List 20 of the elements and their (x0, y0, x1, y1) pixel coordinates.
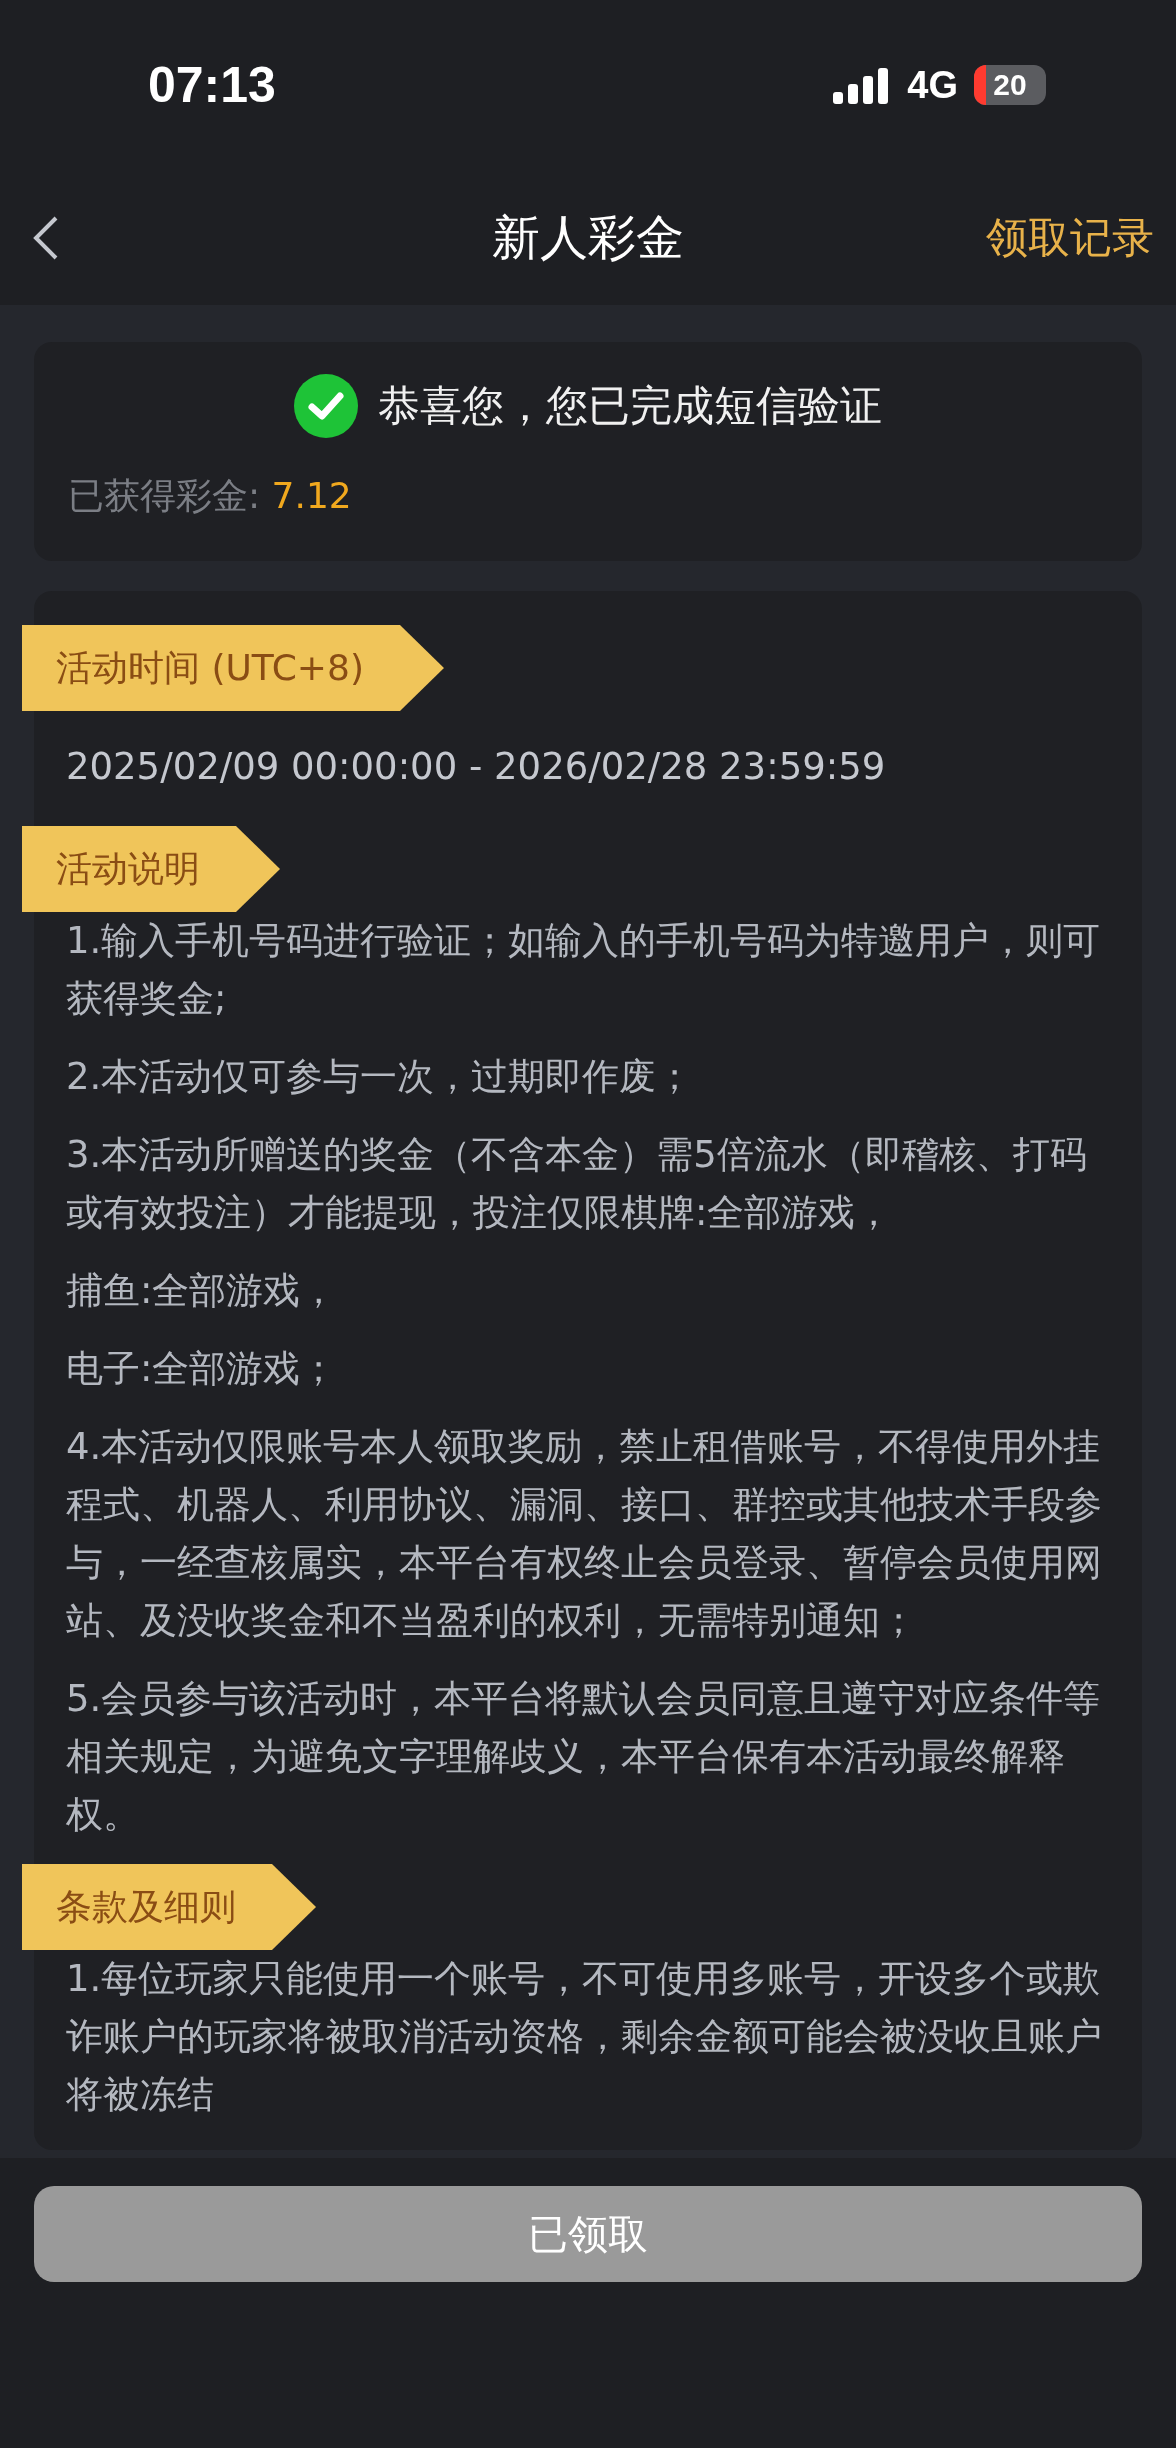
section-tag: 活动时间 (UTC+8) (22, 625, 444, 711)
page-title: 新人彩金 (492, 207, 684, 267)
rule-text: 3.本活动所赠送的奖金（不含本金）需5倍流水（即稽核、打码或有效投注）才能提现，投注仅限棋牌:全部游戏， (66, 1132, 1088, 1236)
rule-text: 捕鱼:全部游戏， (66, 1268, 339, 1314)
rule-text: 1.输入手机号码进行验证；如输入的手机号码为特邀用户，则可获得奖金; (66, 918, 1102, 1022)
rule-text: 电子:全部游戏； (66, 1346, 339, 1392)
bonus-earned: 已获得彩金: 7.12 (67, 474, 353, 518)
network-label: 4G (907, 63, 958, 107)
status-time: 07:13 (148, 56, 276, 114)
section-tag: 条款及细则 (22, 1864, 316, 1950)
period-text: 2025/02/09 00:00:00 - 2026/02/28 23:59:59 (66, 745, 887, 788)
claim-history-link[interactable]: 领取记录 (986, 209, 1154, 266)
success-message: 恭喜您，您已完成短信验证 (378, 380, 882, 432)
battery-level: 20 (974, 65, 1046, 105)
rule-text: 5.会员参与该活动时，本平台将默认会员同意且遵守对应条件等相关规定，为避免文字理解歧义，本平台保有本活动最终解释权。 (66, 1676, 1102, 1838)
section-tag: 活动说明 (22, 826, 280, 912)
rule-text: 2.本活动仅可参与一次，过期即作废； (66, 1054, 695, 1100)
check-icon (294, 374, 358, 438)
rule-text: 1.每位玩家只能使用一个账号，不可使用多账号，开设多个或欺诈账户的玩家将被取消活动资格，剩余金额可能会被没收且账户将被冻结 (66, 1956, 1103, 2118)
rule-text: 4.本活动仅限账号本人领取奖励，禁止租借账号，不得使用外挂程式、机器人、利用协议、漏洞、接口、群控或其他技术手段参与，一经查核属实，本平台有权终止会员登录、暂停会员使用网站、及没收奖金和不当盈利的权利，无需特别通知； (66, 1424, 1103, 1644)
